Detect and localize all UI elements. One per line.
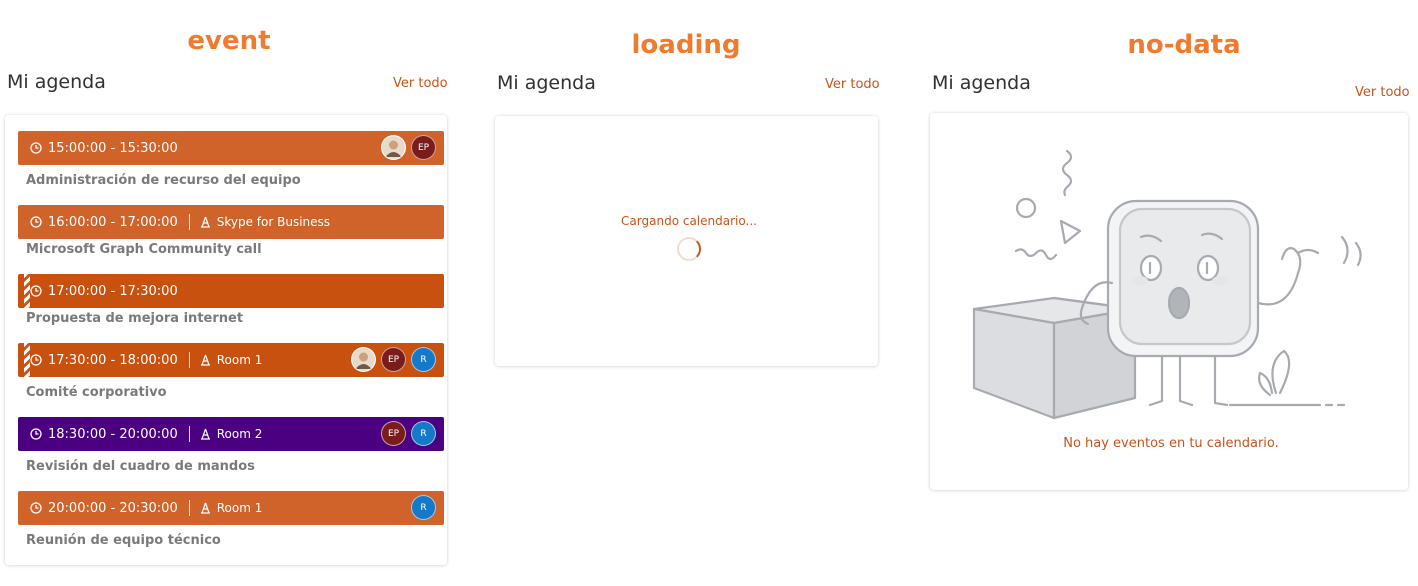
tentative-stripes — [24, 274, 30, 308]
agenda-card-events: 15:00:00 - 15:30:00 EP Administración de r… — [5, 115, 447, 565]
attendee-avatars: EP — [381, 135, 436, 160]
event-subject[interactable]: Propuesta de mejora internet — [26, 311, 243, 326]
attendee-avatars: EP R — [351, 347, 436, 372]
event-time: 17:00:00 - 17:30:00 — [48, 283, 178, 299]
see-all-link[interactable]: Ver todo — [825, 77, 880, 92]
clock-icon — [30, 285, 42, 297]
event-time-bar[interactable]: 18:30:00 - 20:00:00 Room 2 EP R — [18, 417, 444, 451]
loading-message: Cargando calendario... — [621, 214, 757, 228]
event-time-bar[interactable]: 17:30:00 - 18:00:00 Room 1 EP R — [18, 343, 444, 377]
agenda-title: Mi agenda — [932, 72, 1031, 94]
clock-icon — [30, 502, 42, 514]
divider — [188, 426, 190, 442]
event-location: Room 1 — [216, 353, 263, 367]
avatar-initials[interactable]: EP — [381, 347, 406, 372]
clock-icon — [30, 428, 42, 440]
attendee-avatars: EP R — [381, 421, 436, 446]
event-subject[interactable]: Comité corporativo — [26, 385, 167, 400]
no-data-message: No hay eventos en tu calendario. — [1063, 436, 1279, 451]
event-time-bar[interactable]: 17:00:00 - 17:30:00 — [18, 274, 444, 308]
agenda-card-no-data: No hay eventos en tu calendario. — [930, 113, 1408, 490]
location-icon — [200, 216, 211, 228]
event-subject[interactable]: Administración de recurso del equipo — [26, 173, 301, 188]
state-title-no-data: no-data — [1127, 30, 1241, 60]
attendee-avatars: R — [411, 495, 436, 520]
event-time: 16:00:00 - 17:00:00 — [48, 214, 178, 230]
avatar-initials[interactable]: R — [411, 421, 436, 446]
location-icon — [200, 354, 211, 366]
event-location: Room 1 — [216, 501, 263, 515]
agenda-title: Mi agenda — [7, 71, 106, 93]
clock-icon — [30, 216, 42, 228]
event-time-bar[interactable]: 16:00:00 - 17:00:00 Skype for Business — [18, 205, 444, 239]
location-icon — [200, 502, 211, 514]
agenda-card-loading: Cargando calendario... — [495, 116, 878, 366]
agenda-title: Mi agenda — [497, 72, 596, 94]
divider — [188, 214, 190, 230]
event-subject[interactable]: Revisión del cuadro de mandos — [26, 459, 255, 474]
state-title-event: event — [187, 26, 271, 56]
event-time-bar[interactable]: 15:00:00 - 15:30:00 EP — [18, 131, 444, 165]
empty-calendar-illustration — [972, 149, 1362, 420]
avatar-initials[interactable]: R — [411, 495, 436, 520]
event-time: 20:00:00 - 20:30:00 — [48, 500, 178, 516]
location-icon — [200, 428, 211, 440]
avatar-initials[interactable]: EP — [411, 135, 436, 160]
loading-spinner-icon — [677, 237, 701, 261]
event-location: Room 2 — [216, 427, 263, 441]
avatar-photo[interactable] — [381, 135, 406, 160]
event-location: Skype for Business — [216, 215, 331, 229]
divider — [188, 500, 190, 516]
event-subject[interactable]: Microsoft Graph Community call — [26, 242, 262, 257]
tentative-stripes — [24, 343, 30, 377]
divider — [188, 352, 190, 368]
clock-icon — [30, 142, 42, 154]
see-all-link[interactable]: Ver todo — [1355, 85, 1410, 100]
see-all-link[interactable]: Ver todo — [393, 76, 448, 91]
event-subject[interactable]: Reunión de equipo técnico — [26, 533, 221, 548]
event-time: 17:30:00 - 18:00:00 — [48, 352, 178, 368]
clock-icon — [30, 354, 42, 366]
state-title-loading: loading — [631, 30, 741, 60]
event-time-bar[interactable]: 20:00:00 - 20:30:00 Room 1 R — [18, 491, 444, 525]
event-time: 18:30:00 - 20:00:00 — [48, 426, 178, 442]
avatar-photo[interactable] — [351, 347, 376, 372]
event-time: 15:00:00 - 15:30:00 — [48, 140, 178, 156]
avatar-initials[interactable]: EP — [381, 421, 406, 446]
avatar-initials[interactable]: R — [411, 347, 436, 372]
